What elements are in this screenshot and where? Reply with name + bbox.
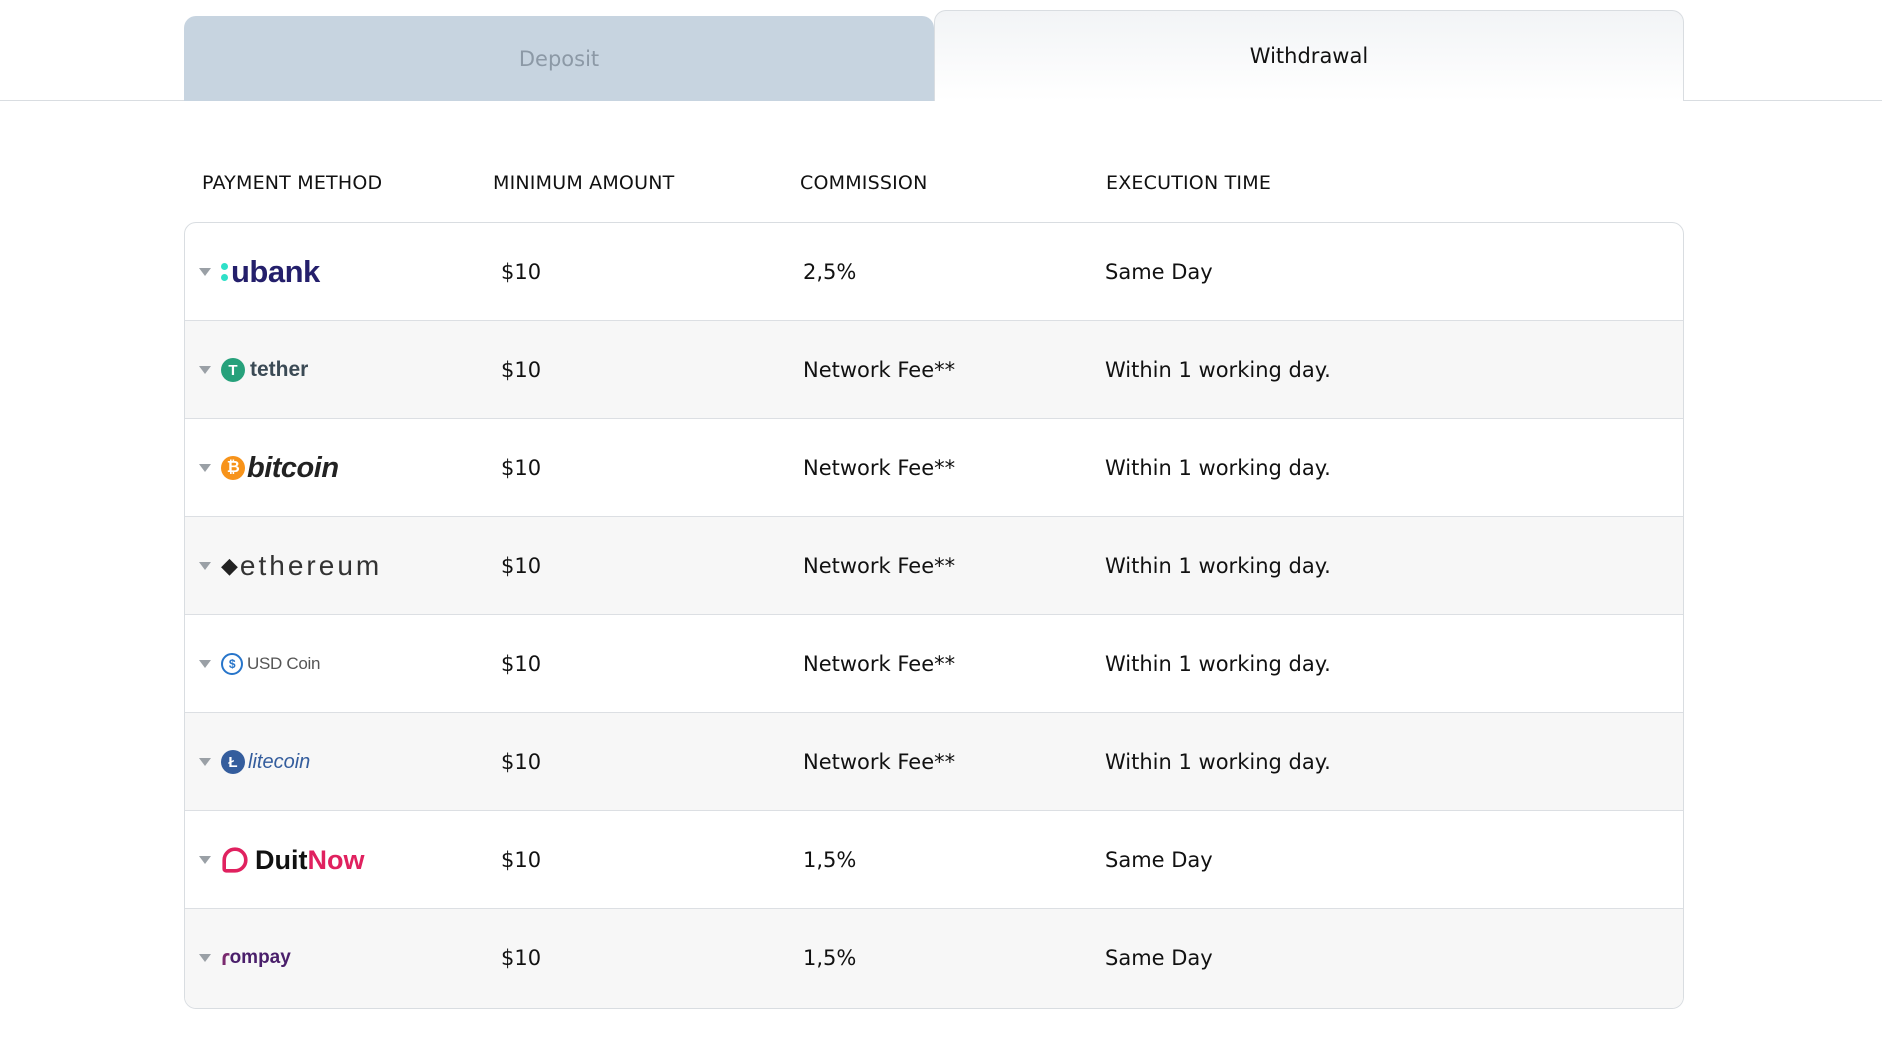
minimum-amount: $10 [501,848,542,872]
header-commission: COMMISSION [800,172,928,194]
usdc-coin-icon: $ [221,653,243,675]
bitcoin-coin-icon: ₿ [221,456,245,480]
chevron-down-icon[interactable] [199,366,211,374]
duitnow-icon [222,847,248,873]
duitnow-logo: Duit Now [221,811,364,909]
header-execution-time: EXECUTION TIME [1106,172,1272,194]
minimum-amount: $10 [501,946,542,970]
payment-methods-table: ubank $10 2,5% Same Day Ttether $10 Netw… [184,222,1684,1009]
tab-withdrawal[interactable]: Withdrawal [934,10,1684,102]
ubank-logo: ubank [221,223,320,321]
table-row-duitnow[interactable]: Duit Now $10 1,5% Same Day [185,811,1683,909]
table-row-usd-coin[interactable]: $ USD Coin $10 Network Fee** Within 1 wor… [185,615,1683,713]
tether-coin-icon: T [221,358,245,382]
header-payment-method: PAYMENT METHOD [202,172,383,194]
bitcoin-logo: ₿ bitcoin [221,419,339,517]
table-row-litecoin[interactable]: Łlitecoin $10 Network Fee** Within 1 wor… [185,713,1683,811]
execution-time: Within 1 working day. [1105,358,1331,382]
execution-time: Same Day [1105,260,1213,284]
execution-time: Same Day [1105,848,1213,872]
commission: Network Fee** [803,358,956,382]
minimum-amount: $10 [501,652,542,676]
chevron-down-icon[interactable] [199,268,211,276]
table-row-ubank[interactable]: ubank $10 2,5% Same Day [185,223,1683,321]
commission: Network Fee** [803,554,956,578]
chevron-down-icon[interactable] [199,464,211,472]
ethereum-logo: ◆ ethereum [221,550,383,581]
table-row-ethereum[interactable]: ◆ ethereum $10 Network Fee** Within 1 wor… [185,517,1683,615]
table-row-tether[interactable]: Ttether $10 Network Fee** Within 1 worki… [185,321,1683,419]
chevron-down-icon[interactable] [199,758,211,766]
execution-time: Within 1 working day. [1105,456,1331,480]
commission: Network Fee** [803,652,956,676]
usd-coin-logo: $ USD Coin [221,615,320,713]
commission: 1,5% [803,848,857,872]
header-minimum-amount: MINIMUM AMOUNT [493,172,675,194]
execution-time: Same Day [1105,946,1213,970]
table-row-rompay[interactable]: ɾ ompay $10 1,5% Same Day [185,909,1683,1008]
chevron-down-icon[interactable] [199,660,211,668]
tether-logo: Ttether [221,321,308,419]
minimum-amount: $10 [501,260,542,284]
litecoin-coin-icon: Ł [221,750,245,774]
litecoin-logo: Łlitecoin [221,713,310,811]
commission: 1,5% [803,946,857,970]
chevron-down-icon[interactable] [199,954,211,962]
execution-time: Within 1 working day. [1105,554,1331,578]
tab-deposit[interactable]: Deposit [184,16,934,101]
commission: Network Fee** [803,456,956,480]
execution-time: Within 1 working day. [1105,750,1331,774]
rompay-logo: ɾ ompay [221,945,291,970]
ethereum-icon: ◆ [221,553,238,578]
minimum-amount: $10 [501,358,542,382]
table-row-bitcoin[interactable]: ₿ bitcoin $10 Network Fee** Within 1 work… [185,419,1683,517]
commission: Network Fee** [803,750,956,774]
minimum-amount: $10 [501,456,542,480]
commission: 2,5% [803,260,857,284]
minimum-amount: $10 [501,750,542,774]
execution-time: Within 1 working day. [1105,652,1331,676]
chevron-down-icon[interactable] [199,856,211,864]
minimum-amount: $10 [501,554,542,578]
chevron-down-icon[interactable] [199,562,211,570]
